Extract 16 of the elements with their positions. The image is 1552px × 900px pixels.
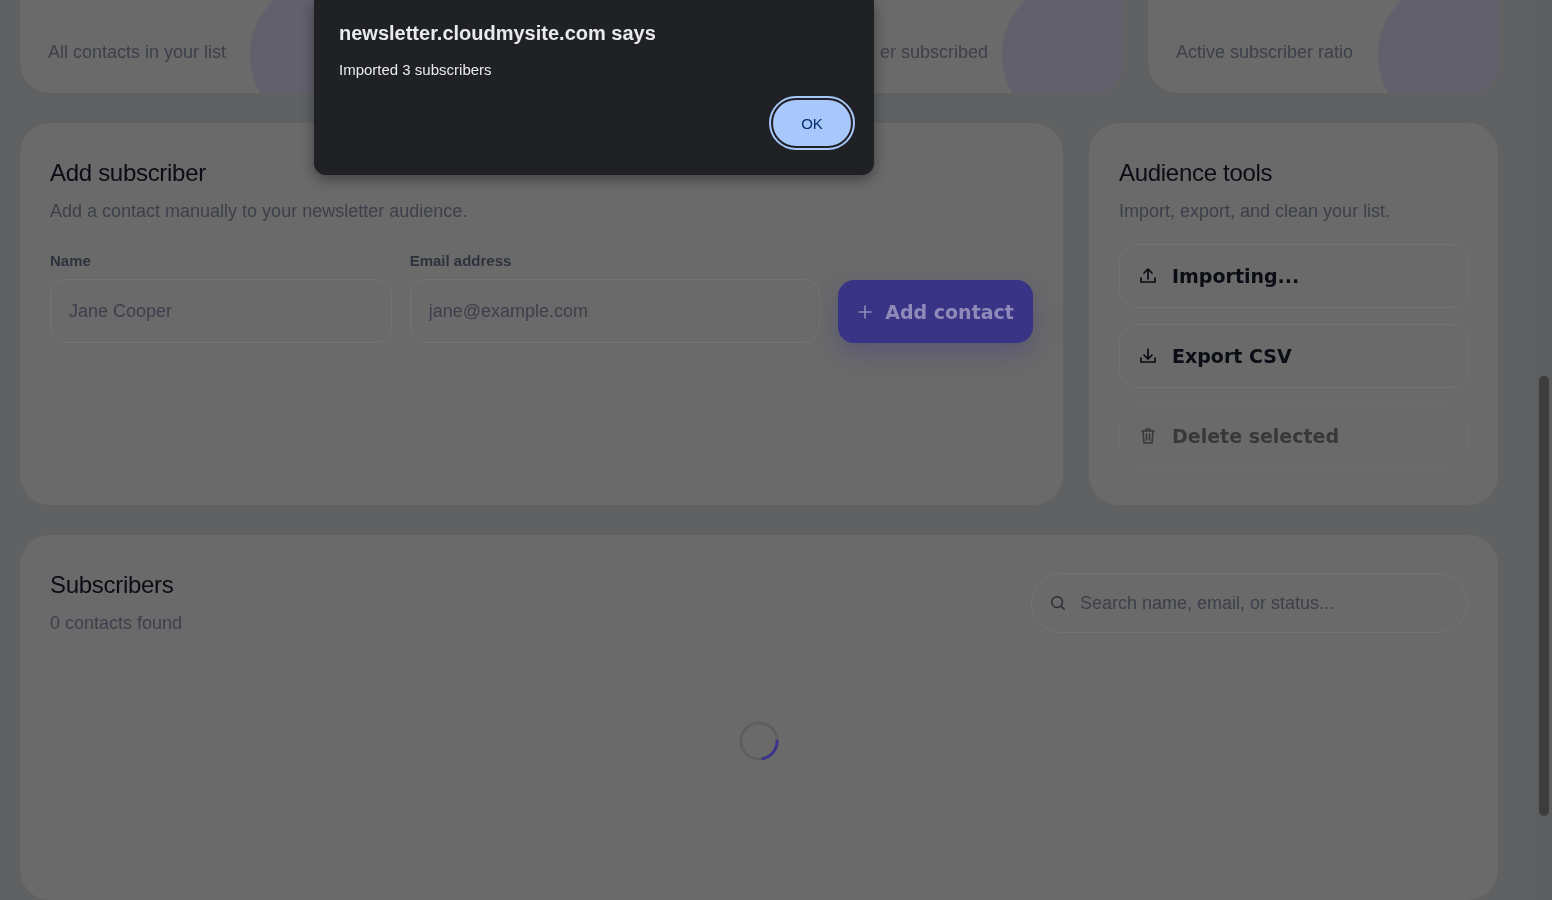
- plus-icon: [857, 303, 874, 320]
- download-button[interactable]: Export CSV: [1119, 324, 1468, 388]
- field-label: Name: [50, 252, 92, 269]
- dialog-title: newsletter.cloudmysite.com says: [339, 22, 656, 45]
- card-title: Subscribers: [50, 571, 175, 599]
- add-contact-button[interactable]: Add contact: [838, 280, 1033, 343]
- trash-icon: [1138, 426, 1158, 446]
- download-icon: [1138, 346, 1158, 366]
- search-icon: [1049, 594, 1067, 612]
- ok-button[interactable]: OK: [771, 98, 853, 148]
- card-title: Add subscriber: [50, 159, 207, 187]
- dialog-message: Imported 3 subscribers: [339, 61, 492, 78]
- upload-button[interactable]: Importing...: [1119, 244, 1468, 308]
- card-title: Audience tools: [1119, 159, 1274, 187]
- upload-icon: [1138, 266, 1158, 286]
- field-label: Email address: [409, 252, 513, 269]
